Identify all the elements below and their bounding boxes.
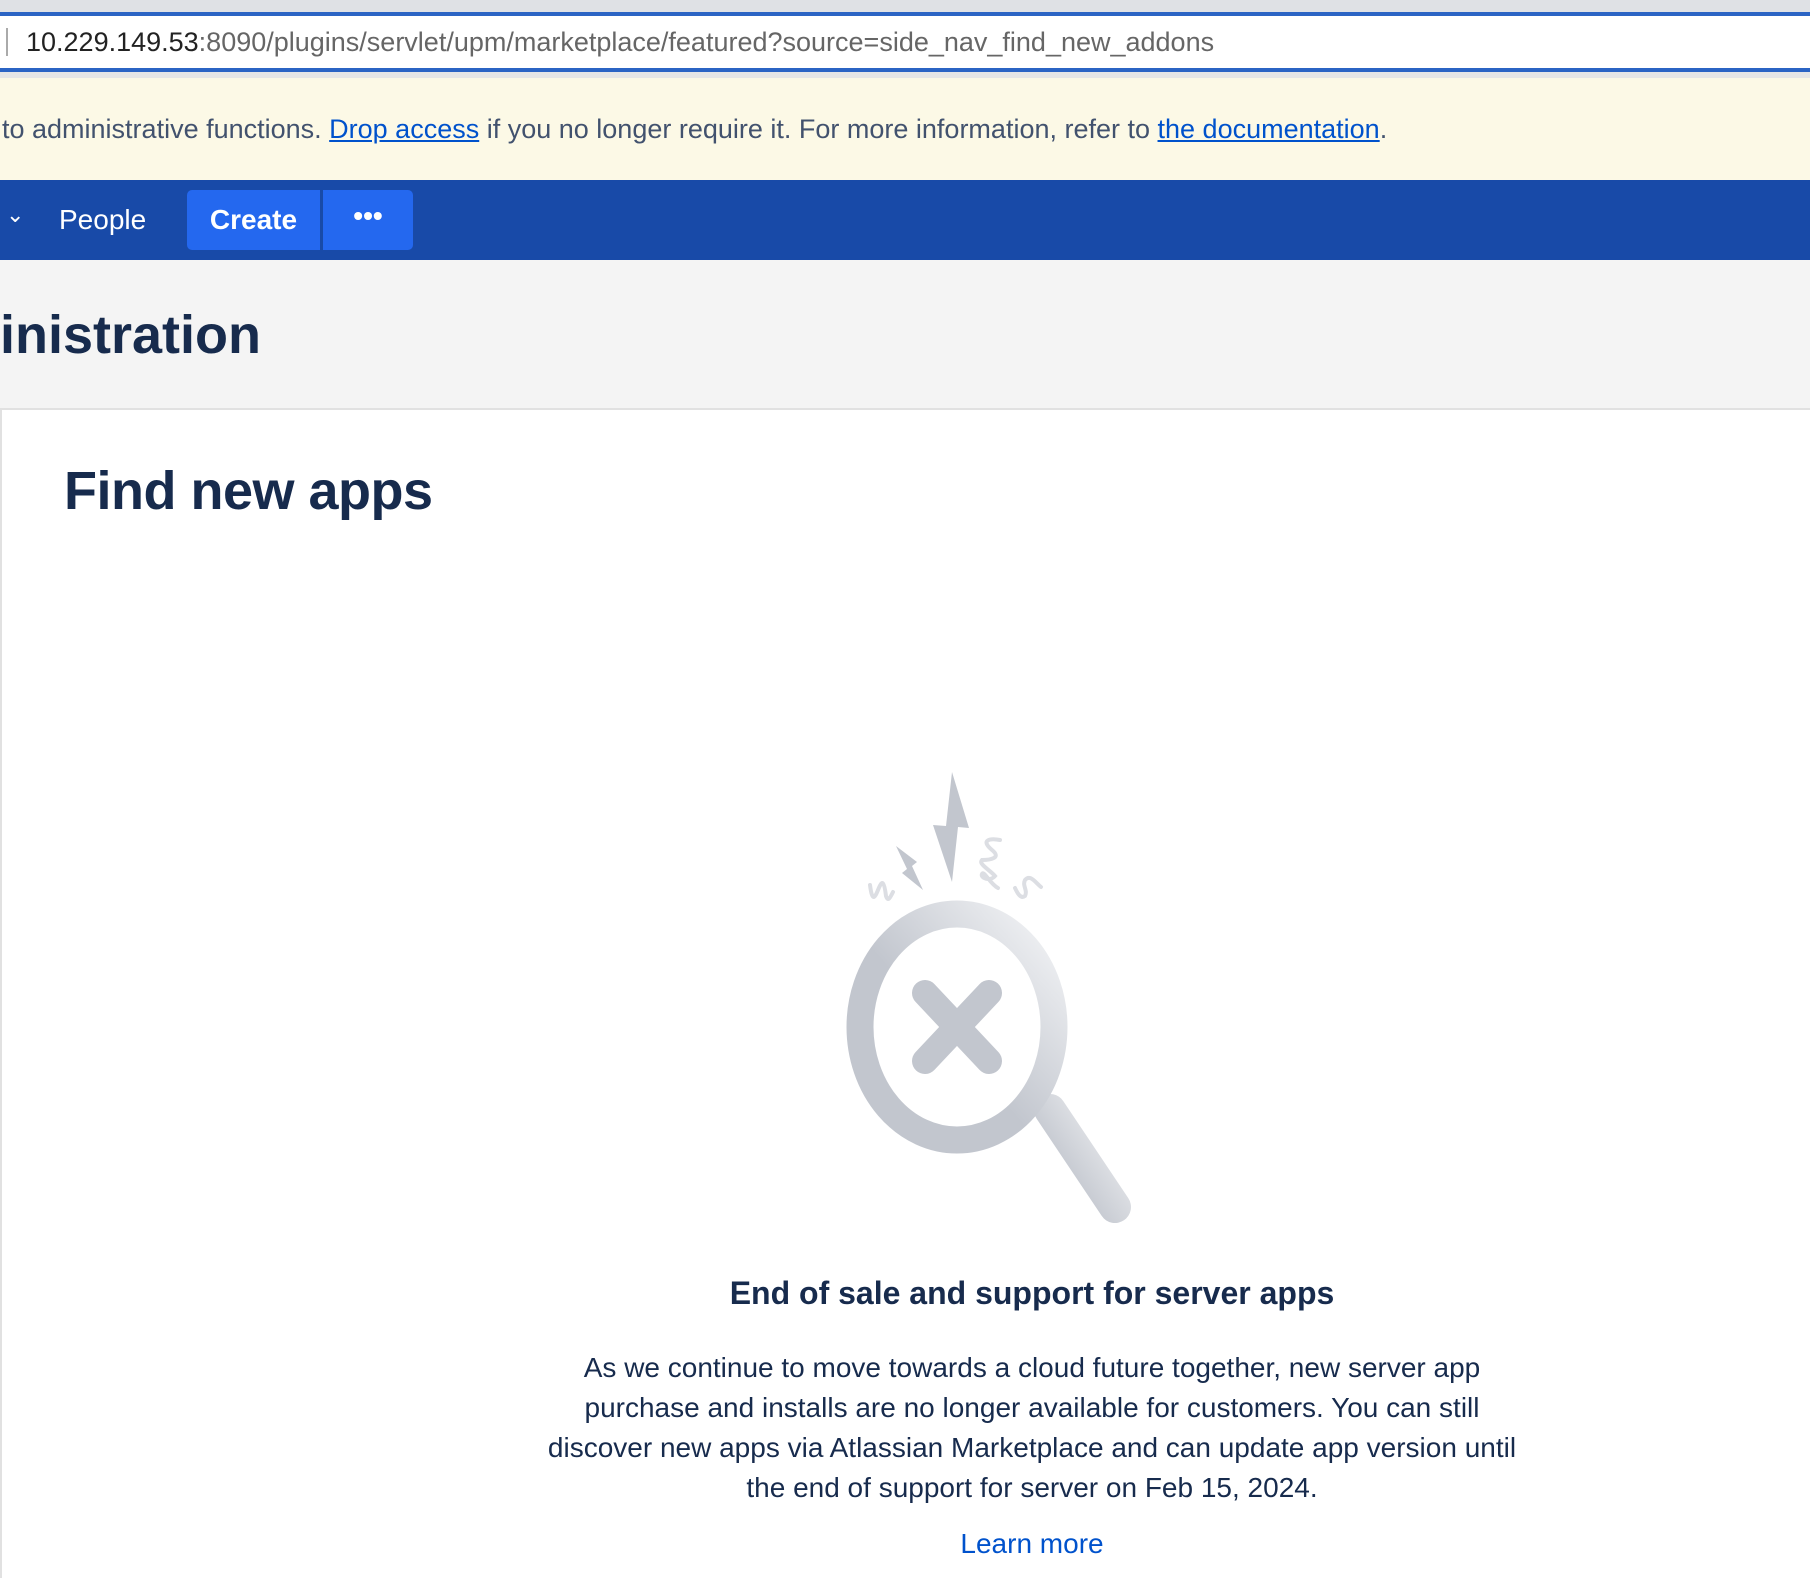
more-options-button[interactable]: ••• [323,190,413,250]
search-error-illustration [846,772,1131,1223]
chevron-down-icon[interactable]: ⌄ [6,202,24,228]
top-navigation: ⌄ People Create ••• [0,180,1810,260]
page-header: inistration [0,260,1810,410]
page-title: inistration [0,305,262,365]
nav-people[interactable]: People [59,204,146,236]
section-heading: Find new apps [64,461,433,521]
browser-tab-strip [0,0,1810,12]
lightning-bolt-icon [933,772,969,882]
address-bar[interactable]: 10.229.149.53:8090/plugins/servlet/upm/m… [0,12,1810,72]
empty-state-body: As we continue to move towards a cloud f… [547,1352,1517,1503]
url-text[interactable]: 10.229.149.53:8090/plugins/servlet/upm/m… [26,27,1214,58]
magnifier-handle [1034,1094,1131,1223]
text-caret [6,28,8,56]
create-button[interactable]: Create [187,190,320,250]
drop-access-link[interactable]: Drop access [329,114,479,144]
admin-access-banner: to administrative functions. Drop access… [0,78,1810,180]
lightning-bolt-small-icon [896,846,923,890]
empty-state-title: End of sale and support for server apps [729,1275,1335,1311]
documentation-link[interactable]: the documentation [1158,114,1380,144]
learn-more-link[interactable]: Learn more [532,1528,1532,1560]
